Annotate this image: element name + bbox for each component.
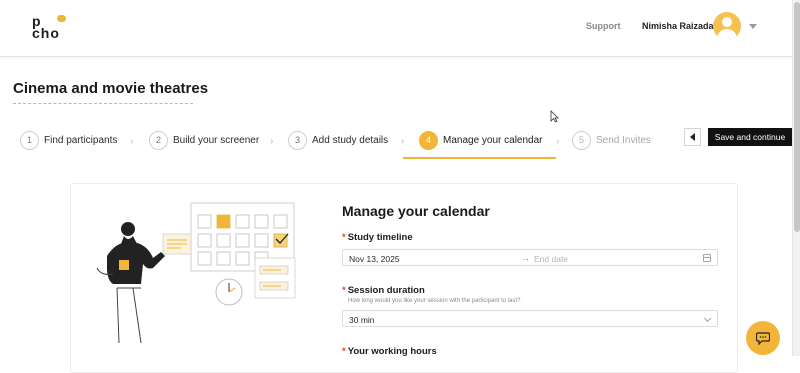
page-title: Cinema and movie theatres [13, 80, 209, 97]
chevron-right-icon: › [270, 136, 274, 147]
session-duration-select[interactable]: 30 min [342, 310, 718, 327]
end-date-placeholder[interactable]: End date [534, 254, 568, 264]
step-number: 4 [419, 130, 438, 150]
title-underline [13, 103, 193, 104]
mouse-cursor-icon [550, 110, 559, 123]
step-label: Manage your calendar [443, 134, 543, 146]
step-number: 2 [149, 130, 168, 150]
back-button[interactable] [684, 128, 701, 146]
required-marker: * [342, 232, 346, 243]
support-link[interactable]: Support [586, 21, 621, 31]
chevron-down-icon[interactable] [749, 24, 757, 29]
chevron-right-icon: › [130, 136, 134, 147]
logo-text-line2: cho [32, 25, 60, 41]
step-number: 1 [20, 130, 39, 150]
chat-button[interactable] [746, 321, 780, 355]
chevron-right-icon: › [401, 136, 405, 147]
session-duration-value: 30 min [349, 315, 375, 325]
calendar-icon[interactable] [703, 254, 711, 262]
step-label: Find participants [44, 134, 118, 146]
step-label: Send Invites [596, 134, 652, 146]
step-send-invites[interactable]: 5 Send Invites [572, 128, 651, 152]
step-label: Build your screener [173, 134, 260, 146]
step-manage-calendar[interactable]: 4 Manage your calendar [419, 128, 543, 152]
start-date-value[interactable]: Nov 13, 2025 [349, 254, 400, 264]
required-marker: * [342, 346, 346, 357]
save-and-continue-button[interactable]: Save and continue [708, 128, 792, 146]
step-build-screener[interactable]: 2 Build your screener [149, 128, 259, 152]
step-number: 3 [288, 130, 307, 150]
step-find-participants[interactable]: 1 Find participants [20, 128, 117, 152]
session-duration-label-text: Session duration [347, 285, 425, 296]
arrow-right-icon: → [521, 253, 530, 263]
step-add-study-details[interactable]: 3 Add study details [288, 128, 388, 152]
active-step-indicator [403, 157, 556, 159]
working-hours-label-text: Your working hours [347, 346, 437, 357]
user-name[interactable]: Nimisha Raizada [642, 21, 714, 31]
chevron-down-icon [703, 314, 712, 323]
study-timeline-range-input[interactable]: Nov 13, 2025 → End date [342, 249, 718, 266]
study-timeline-label: * Study timeline [342, 232, 413, 243]
session-duration-label: * Session duration [342, 285, 425, 296]
top-header: p cho Support Nimisha Raizada [0, 0, 792, 57]
chat-bubble-icon [756, 331, 770, 345]
form-title: Manage your calendar [342, 203, 490, 219]
logo-dot [57, 15, 66, 22]
required-marker: * [342, 285, 346, 296]
working-hours-label: * Your working hours [342, 346, 437, 357]
chevron-left-icon [690, 133, 695, 141]
scrollbar-thumb[interactable] [794, 2, 800, 232]
step-number: 5 [572, 130, 591, 150]
study-timeline-label-text: Study timeline [347, 232, 413, 243]
calendar-illustration [96, 202, 296, 344]
session-duration-help: How long would you like your session wit… [348, 298, 521, 304]
user-icon[interactable] [713, 12, 741, 40]
logo[interactable]: p cho [32, 13, 70, 41]
page-scrollbar[interactable] [792, 0, 800, 356]
chevron-right-icon: › [556, 136, 560, 147]
step-label: Add study details [312, 134, 389, 146]
